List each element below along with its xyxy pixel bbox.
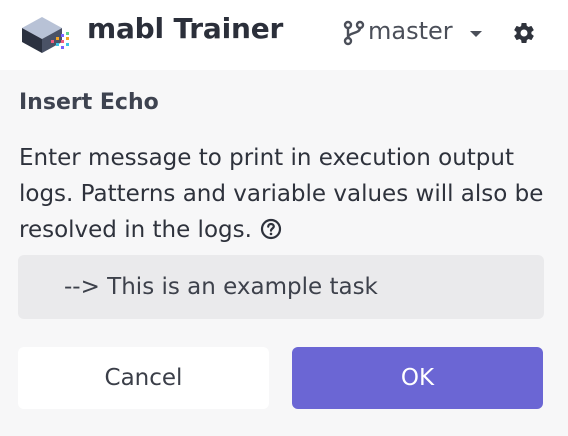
- branch-selector[interactable]: master: [368, 17, 453, 45]
- cancel-button[interactable]: Cancel: [18, 347, 269, 409]
- caret-down-icon[interactable]: [470, 31, 482, 37]
- header: mabl Trainer master: [0, 0, 568, 70]
- echo-message-input[interactable]: [18, 255, 544, 319]
- step-title: Insert Echo: [19, 90, 159, 115]
- app-title: mabl Trainer: [87, 12, 284, 45]
- step-description: Enter message to print in execution outp…: [19, 140, 549, 248]
- branch-icon[interactable]: [342, 20, 366, 46]
- question-circle-icon[interactable]: [260, 218, 282, 240]
- ok-button[interactable]: OK: [292, 347, 543, 409]
- gear-icon[interactable]: [512, 21, 536, 45]
- mabl-logo-icon: [22, 17, 69, 53]
